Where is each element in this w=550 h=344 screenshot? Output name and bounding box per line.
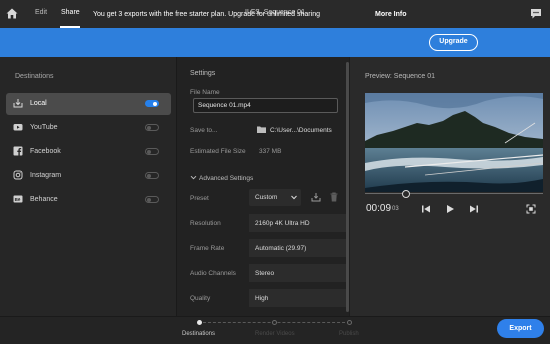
audio-channels-label: Audio Channels: [190, 270, 236, 277]
step-dot-destinations: [197, 320, 202, 325]
scrubber-track[interactable]: [365, 193, 543, 194]
banner-text: You get 3 exports with the free starter …: [93, 11, 320, 18]
frame-rate-dropdown[interactable]: Automatic (29.97): [249, 239, 346, 257]
frame-rate-label: Frame Rate: [190, 245, 225, 252]
sidebar-item-local[interactable]: Local: [6, 93, 171, 115]
export-button[interactable]: Export: [497, 319, 544, 338]
chevron-down-icon: [291, 195, 297, 200]
settings-heading: Settings: [190, 70, 216, 77]
more-info-link[interactable]: More Info: [375, 11, 407, 18]
estimated-size-value: 337 MB: [259, 148, 282, 155]
play-icon[interactable]: [445, 204, 455, 214]
resolution-label: Resolution: [190, 220, 221, 227]
fullscreen-icon[interactable]: [526, 204, 536, 214]
step-label-destinations: Destinations: [182, 331, 216, 337]
quality-label: Quality: [190, 295, 211, 302]
trash-icon[interactable]: [330, 192, 338, 202]
file-name-input[interactable]: [193, 98, 338, 113]
local-toggle[interactable]: [145, 100, 159, 107]
destinations-heading: Destinations: [15, 73, 54, 80]
instagram-icon: [13, 170, 23, 180]
video-preview[interactable]: [365, 93, 543, 192]
timecode: 00:09: [366, 203, 392, 214]
save-to-path[interactable]: C:\User...\Documents: [270, 127, 332, 134]
preview-title: Preview: Sequence 01: [365, 73, 436, 80]
settings-scrollbar[interactable]: [346, 62, 349, 312]
youtube-toggle[interactable]: [145, 124, 159, 131]
behance-icon: Bē: [13, 195, 23, 203]
advanced-settings-toggle[interactable]: Advanced Settings: [199, 175, 253, 182]
frame-rate-value: Automatic (29.97): [255, 245, 307, 252]
preset-value: Custom: [255, 194, 278, 201]
sidebar-item-youtube[interactable]: YouTube: [6, 117, 171, 139]
chat-icon[interactable]: [530, 8, 542, 19]
facebook-toggle[interactable]: [145, 148, 159, 155]
scrubber-handle[interactable]: [402, 190, 410, 198]
sidebar-item-label: Facebook: [30, 148, 61, 155]
audio-channels-dropdown[interactable]: Stereo: [249, 264, 346, 282]
step-label-publish: Publish: [339, 331, 359, 337]
step-forward-icon[interactable]: [469, 204, 479, 214]
chevron-down-icon[interactable]: [190, 174, 197, 181]
quality-value: High: [255, 295, 269, 302]
svg-text:Bē: Bē: [15, 197, 21, 202]
save-to-label: Save to...: [190, 127, 218, 134]
sidebar-item-label: Instagram: [30, 172, 62, 179]
quality-dropdown[interactable]: High: [249, 289, 346, 307]
download-icon: [13, 99, 23, 108]
step-label-render: Render Videos: [255, 331, 295, 337]
step-dot-publish: [347, 320, 352, 325]
resolution-dropdown[interactable]: 2160p 4K Ultra HD: [249, 214, 346, 232]
preset-dropdown[interactable]: Custom: [249, 189, 301, 206]
save-preset-icon[interactable]: [311, 192, 321, 202]
resolution-value: 2160p 4K Ultra HD: [255, 220, 310, 227]
sidebar-item-instagram[interactable]: Instagram: [6, 165, 171, 187]
audio-channels-value: Stereo: [255, 270, 275, 277]
estimated-size-label: Estimated File Size: [190, 148, 246, 155]
preset-label: Preset: [190, 195, 209, 202]
sidebar-item-facebook[interactable]: Facebook: [6, 141, 171, 163]
sidebar-item-label: Behance: [30, 196, 58, 203]
upgrade-button[interactable]: Upgrade: [429, 34, 478, 51]
behance-toggle[interactable]: [145, 196, 159, 203]
folder-icon[interactable]: [257, 126, 266, 133]
sidebar-item-label: YouTube: [30, 124, 58, 131]
facebook-icon: [13, 146, 23, 156]
file-name-label: File Name: [190, 89, 220, 96]
instagram-toggle[interactable]: [145, 172, 159, 179]
step-back-icon[interactable]: [421, 204, 431, 214]
sidebar-item-label: Local: [30, 100, 47, 107]
youtube-icon: [13, 124, 23, 131]
sidebar-item-behance[interactable]: Bē Behance: [6, 189, 171, 211]
timecode-frames: 03: [392, 206, 399, 212]
step-dot-render: [272, 320, 277, 325]
